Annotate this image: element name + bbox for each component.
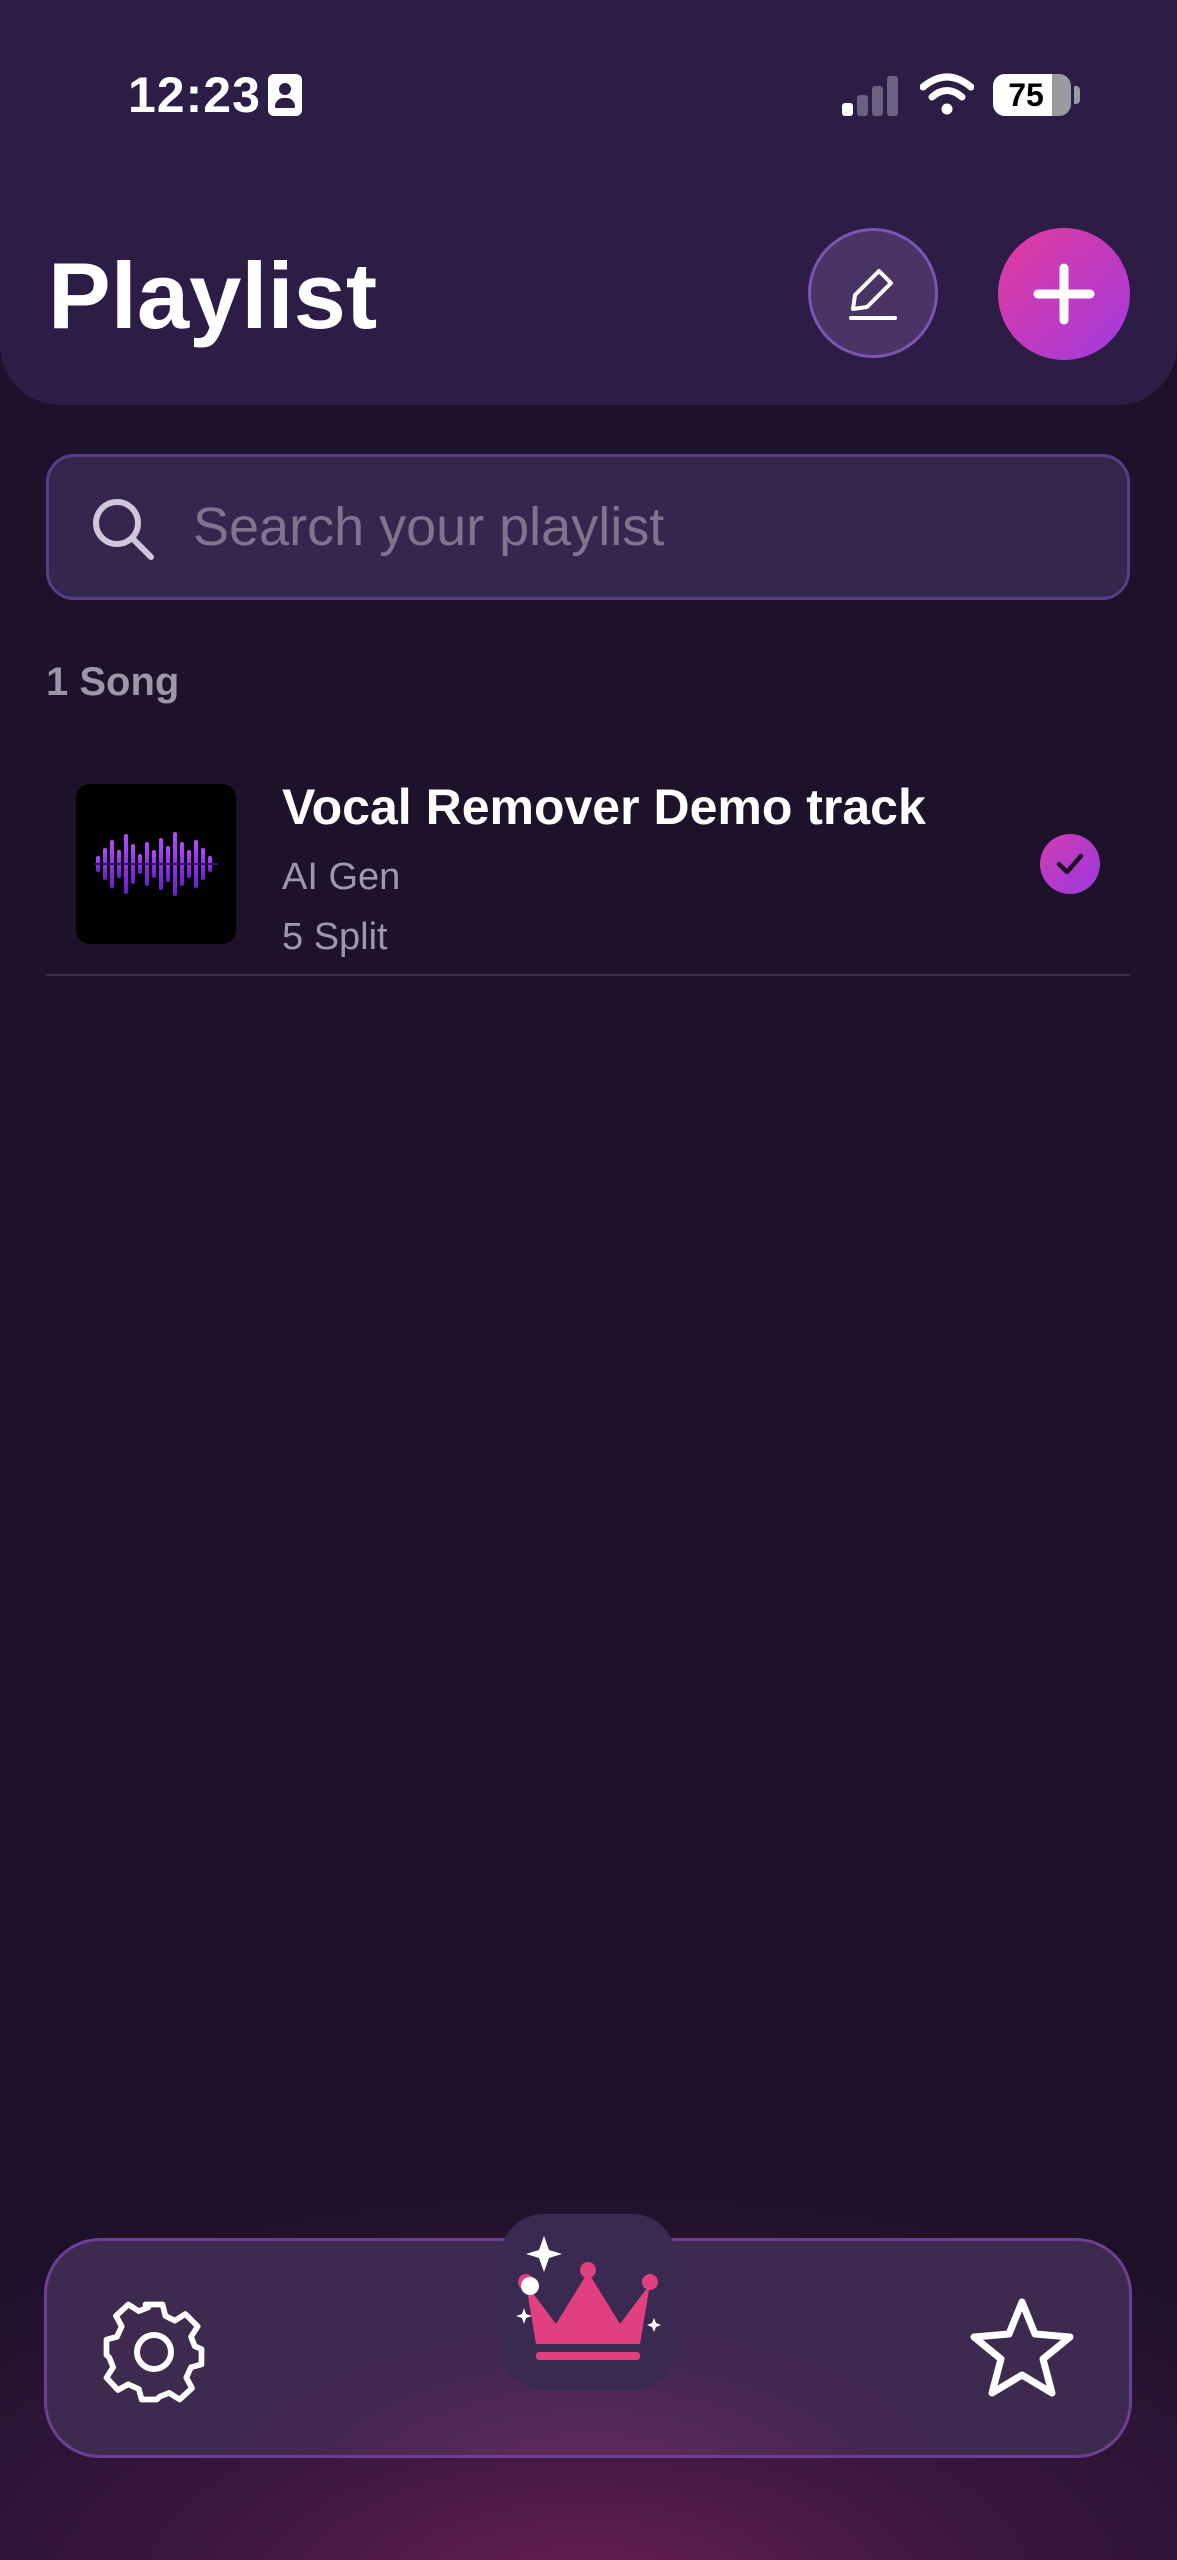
song-artist: AI Gen <box>282 856 401 898</box>
waveform-icon <box>94 832 218 896</box>
wifi-icon <box>920 73 974 115</box>
battery-icon: 75 <box>993 74 1071 116</box>
crown-icon <box>516 2236 661 2360</box>
song-split-count: 5 Split <box>282 916 388 958</box>
header: 12:23 75 Playlist <box>0 0 1177 405</box>
search-icon <box>93 499 154 560</box>
song-count: 1 Song <box>46 660 180 704</box>
search-bar[interactable] <box>46 454 1130 600</box>
cellular-signal-icon <box>842 76 900 116</box>
search-input[interactable] <box>193 457 1093 597</box>
edit-button[interactable] <box>808 228 938 358</box>
add-button[interactable] <box>998 228 1130 360</box>
battery-cap <box>1074 86 1080 104</box>
battery-level: 75 <box>1008 77 1044 113</box>
selected-checkmark[interactable] <box>1040 834 1100 894</box>
song-title: Vocal Remover Demo track <box>282 779 926 835</box>
settings-gear-icon[interactable] <box>96 2294 212 2410</box>
premium-button[interactable] <box>500 2214 676 2390</box>
list-item[interactable]: Vocal Remover Demo track AI Gen 5 Split <box>46 760 1130 976</box>
favorites-star-icon[interactable] <box>964 2292 1080 2408</box>
status-time: 12:23 <box>128 67 261 123</box>
page-title: Playlist <box>48 243 378 348</box>
contact-card-icon <box>268 74 302 116</box>
checkmark-icon <box>1056 853 1084 875</box>
plus-icon <box>1033 263 1095 325</box>
pencil-icon <box>849 269 897 320</box>
song-artwork <box>76 784 236 944</box>
